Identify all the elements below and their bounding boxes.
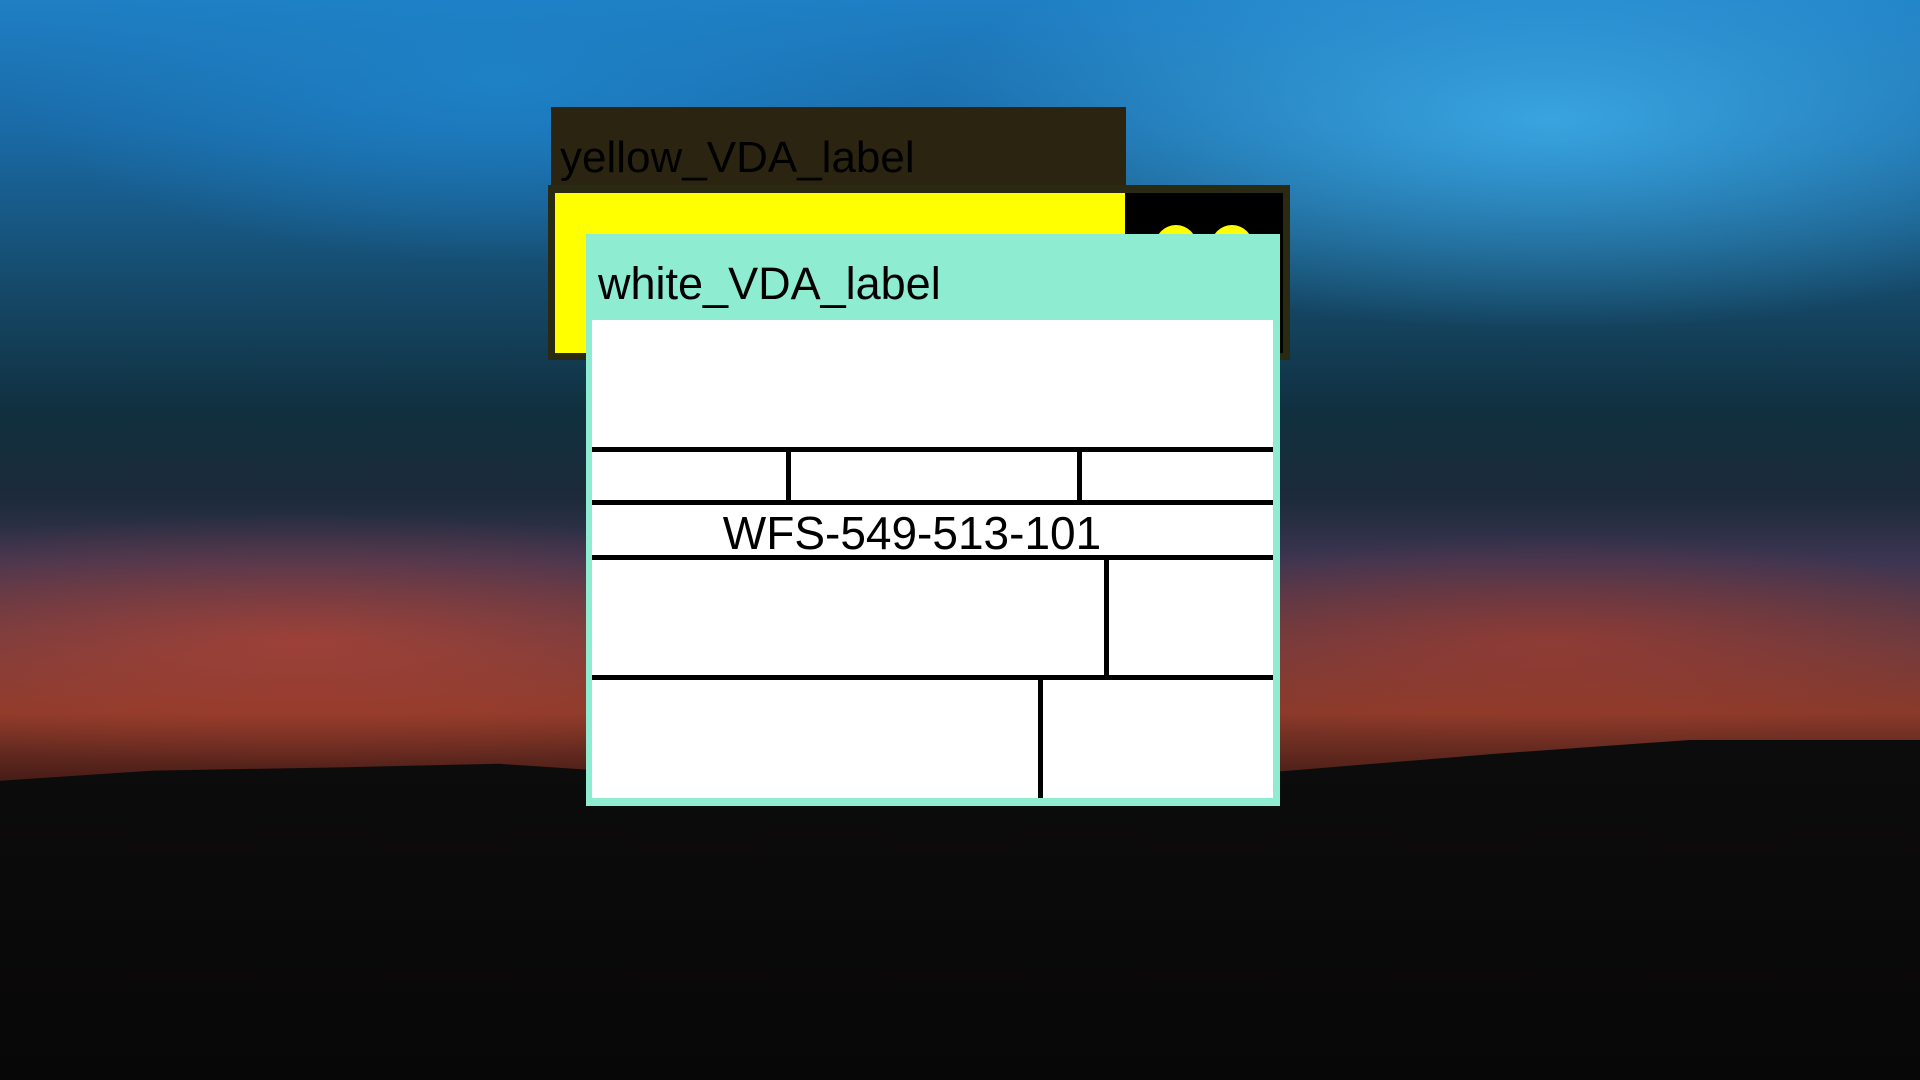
form-cell-row5-a: [592, 680, 1038, 798]
form-cell-row4-a: [592, 560, 1104, 675]
white-window[interactable]: white_VDA_label WFS-549-513-101: [586, 234, 1280, 806]
shipping-label-form: WFS-549-513-101: [592, 320, 1273, 798]
form-cell-row2-a: [592, 452, 786, 500]
form-cell-header: [592, 320, 1273, 447]
form-cell-row5-b: [1043, 680, 1273, 798]
white-window-label: white_VDA_label: [598, 258, 941, 309]
form-cell-row4-b: [1109, 560, 1273, 675]
yellow-window-title-bar[interactable]: yellow_VDA_label: [551, 107, 1126, 187]
form-cell-row2-b: [791, 452, 1077, 500]
tracking-number: WFS-549-513-101: [722, 507, 1102, 559]
yellow-window-label: yellow_VDA_label: [560, 133, 915, 182]
form-divider-2: [592, 500, 1273, 505]
form-cell-row2-c: [1082, 452, 1273, 500]
